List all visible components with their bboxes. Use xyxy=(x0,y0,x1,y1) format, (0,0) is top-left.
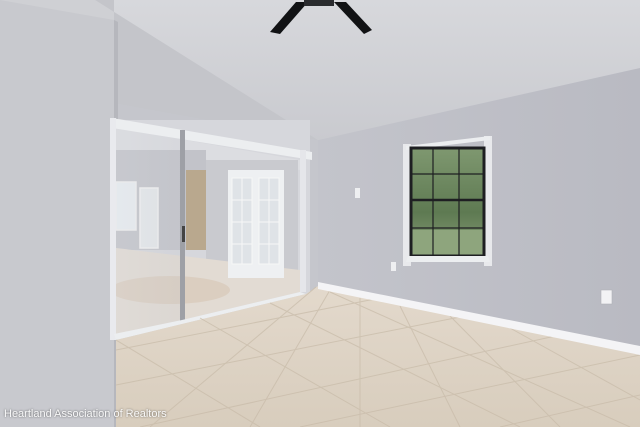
wall-outlet xyxy=(600,289,613,305)
french-doors xyxy=(228,170,284,278)
left-wall xyxy=(0,0,118,427)
light-switch xyxy=(355,188,360,198)
room-photo: Heartland Association of Realtors xyxy=(0,0,640,427)
wall-outlet-small xyxy=(391,262,396,271)
room-illustration xyxy=(0,0,640,427)
photo-watermark: Heartland Association of Realtors xyxy=(4,408,167,420)
window xyxy=(403,136,492,266)
